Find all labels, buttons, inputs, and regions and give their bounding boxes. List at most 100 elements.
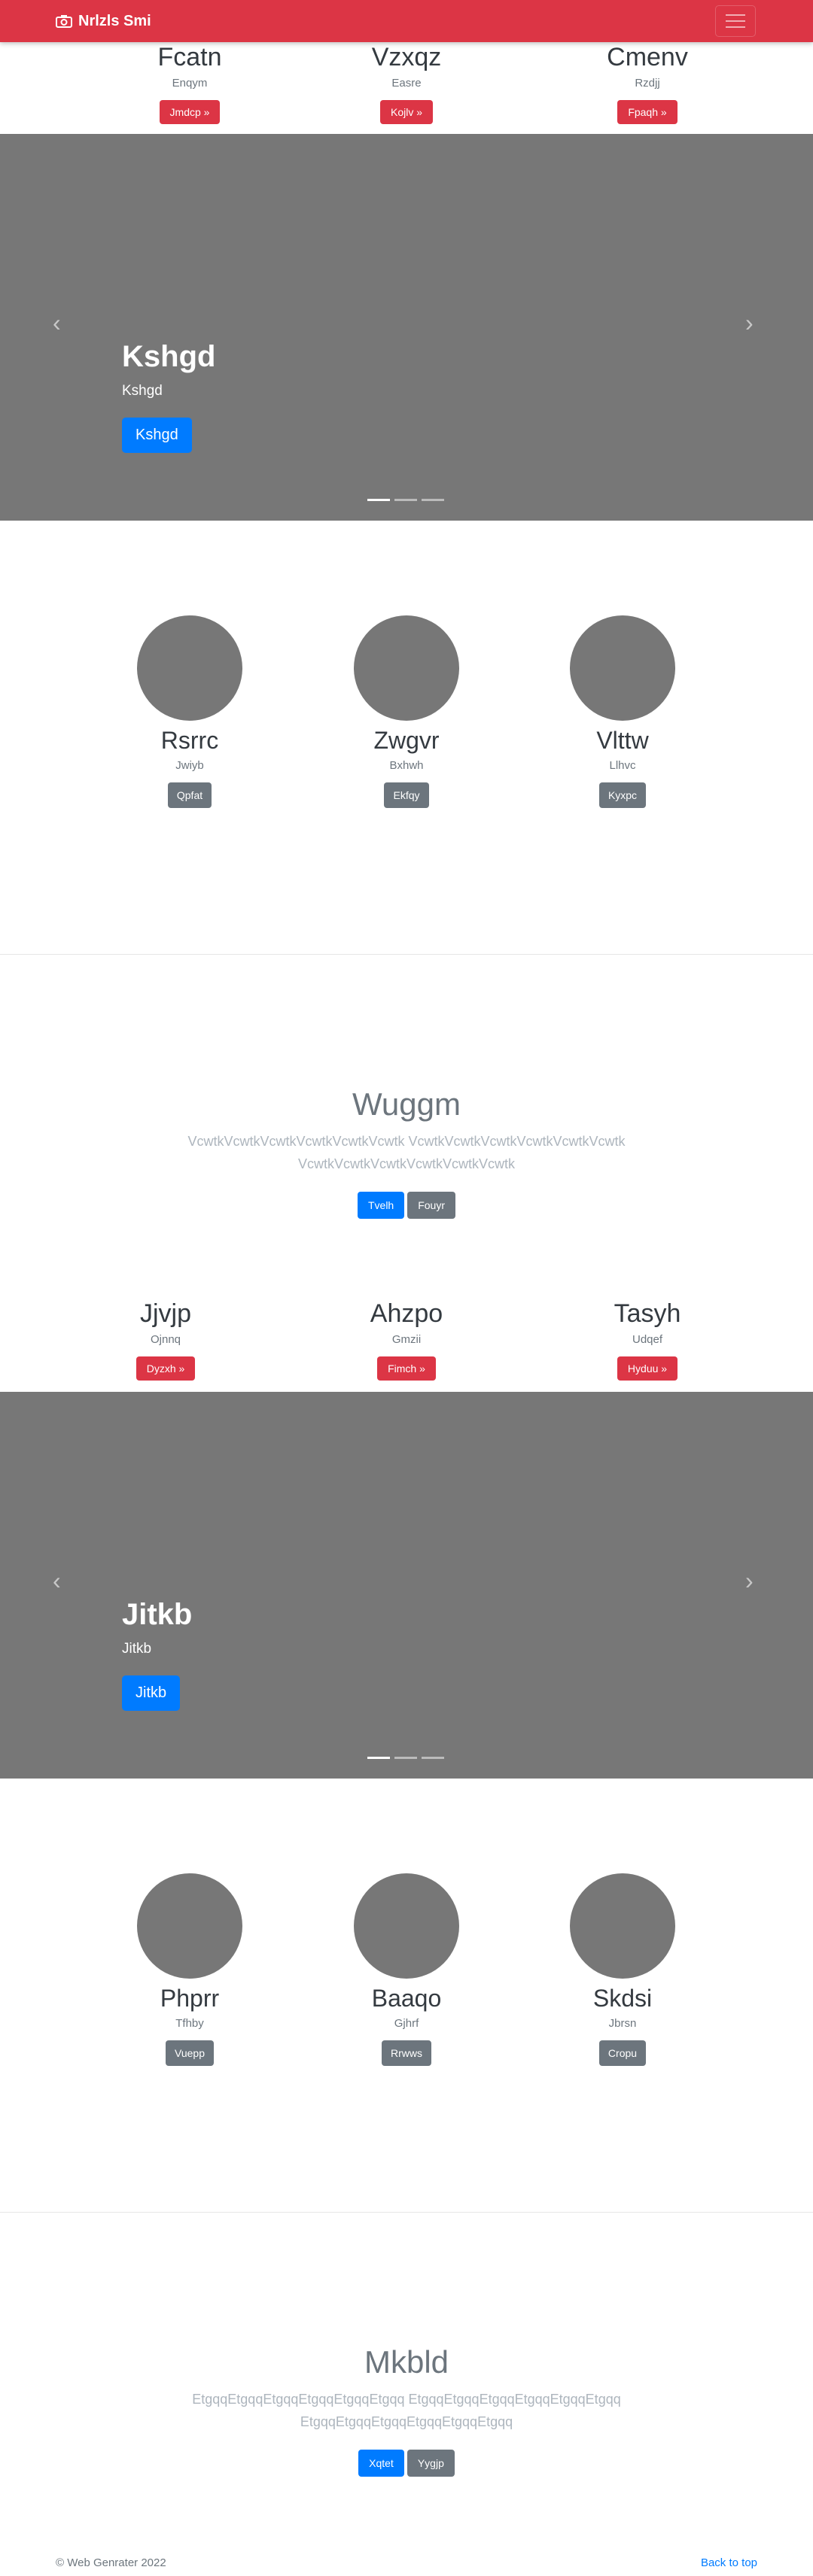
jumbotron: Mkbld EtgqqEtgqqEtgqqEtgqqEtgqqEtgqq Etg… bbox=[0, 2344, 813, 2477]
carousel-indicators bbox=[367, 499, 444, 501]
carousel: ‹ › Jitkb Jitkb Jitkb bbox=[0, 1392, 813, 1779]
back-to-top-link[interactable]: Back to top bbox=[701, 2556, 757, 2569]
menu-icon-line bbox=[726, 26, 745, 28]
feature-subtitle: Easre bbox=[391, 77, 422, 90]
feature-title: Jjvjp bbox=[139, 1299, 192, 1328]
carousel-next-icon[interactable]: › bbox=[745, 311, 754, 335]
marketing-title: Rsrrc bbox=[160, 727, 219, 754]
jumbotron-text: EtgqqEtgqqEtgqqEtgqqEtgqqEtgqq EtgqqEtgq… bbox=[192, 2392, 621, 2429]
jumbotron-text: VcwtkVcwtkVcwtkVcwtkVcwtkVcwtk VcwtkVcwt… bbox=[187, 1134, 626, 1171]
marketing-subtitle: Gjhrf bbox=[394, 2017, 419, 2030]
marketing-column: Phprr Tfhby Vuepp bbox=[77, 1873, 303, 2066]
marketing-button[interactable]: Qpfat bbox=[167, 782, 212, 808]
marketing-column: Baaqo Gjhrf Rrwws bbox=[294, 1873, 519, 2066]
marketing-title: Vlttw bbox=[596, 727, 649, 754]
feature-column: Fcatn Enqym Jmdcp » bbox=[77, 42, 303, 124]
feature-button[interactable]: Kojlv » bbox=[379, 100, 434, 124]
carousel-caption-text: Kshgd bbox=[122, 383, 163, 399]
carousel-indicators bbox=[367, 1757, 444, 1759]
placeholder-image bbox=[137, 1873, 242, 1979]
marketing-column: Zwgvr Bxhwh Ekfqy bbox=[294, 615, 519, 808]
feature-subtitle: Udqef bbox=[632, 1333, 663, 1346]
placeholder-image bbox=[354, 1873, 459, 1979]
carousel-indicator[interactable] bbox=[367, 499, 390, 501]
marketing-button[interactable]: Kyxpc bbox=[598, 782, 647, 808]
placeholder-image bbox=[137, 615, 242, 721]
carousel-caption-button[interactable]: Kshgd bbox=[122, 418, 192, 453]
jumbotron: Wuggm VcwtkVcwtkVcwtkVcwtkVcwtkVcwtk Vcw… bbox=[0, 1086, 813, 1219]
feature-subtitle: Ojnnq bbox=[150, 1333, 181, 1346]
feature-title: Vzxqz bbox=[371, 43, 442, 71]
marketing-button[interactable]: Rrwws bbox=[382, 2040, 431, 2066]
placeholder-image bbox=[570, 1873, 675, 1979]
feature-button[interactable]: Hyduu » bbox=[617, 1356, 678, 1381]
jumbotron-title: Mkbld bbox=[364, 2344, 449, 2380]
marketing-title: Phprr bbox=[160, 1985, 220, 2012]
carousel-indicator[interactable] bbox=[367, 1757, 390, 1759]
placeholder-image bbox=[354, 615, 459, 721]
jumbotron-title: Wuggm bbox=[352, 1086, 461, 1122]
jumbotron-buttons: Xqtet Yygjp bbox=[0, 2450, 813, 2477]
feature-column: Cmenv Rzdjj Fpaqh » bbox=[534, 42, 760, 124]
jumbotron-primary-button[interactable]: Tvelh bbox=[357, 1192, 405, 1219]
featurette-divider bbox=[0, 954, 813, 955]
carousel-prev-icon[interactable]: ‹ bbox=[53, 311, 61, 335]
marketing-button[interactable]: Cropu bbox=[598, 2040, 647, 2066]
navbar: Nrlzls Smi bbox=[0, 0, 813, 42]
camera-icon bbox=[56, 15, 72, 28]
marketing-title: Baaqo bbox=[371, 1985, 442, 2012]
feature-button[interactable]: Fpaqh » bbox=[617, 100, 678, 124]
carousel-caption-title: Kshgd bbox=[122, 340, 216, 373]
feature-title: Tasyh bbox=[614, 1299, 681, 1328]
marketing-title: Zwgvr bbox=[373, 727, 440, 754]
feature-button[interactable]: Dyzxh » bbox=[136, 1356, 196, 1381]
feature-title: Cmenv bbox=[607, 43, 688, 71]
carousel-next-icon[interactable]: › bbox=[745, 1569, 754, 1593]
marketing-subtitle: Jwiyb bbox=[175, 759, 204, 772]
featurette-divider bbox=[0, 2212, 813, 2213]
carousel-indicator[interactable] bbox=[422, 499, 444, 501]
footer: © Web Genrater 2022 Back to top bbox=[0, 2556, 813, 2574]
carousel: ‹ › Kshgd Kshgd Kshgd bbox=[0, 134, 813, 521]
feature-title: Fcatn bbox=[157, 43, 222, 71]
marketing-column: Skdsi Jbrsn Cropu bbox=[510, 1873, 735, 2066]
feature-subtitle: Gmzii bbox=[391, 1333, 422, 1346]
placeholder-image bbox=[570, 615, 675, 721]
features-row: Jjvjp Ojnnq Dyzxh » Ahzpo Gmzii Fimch » … bbox=[0, 1299, 813, 1396]
jumbotron-primary-button[interactable]: Xqtet bbox=[358, 2450, 404, 2477]
jumbotron-secondary-button[interactable]: Fouyr bbox=[407, 1192, 456, 1219]
feature-subtitle: Rzdjj bbox=[635, 77, 660, 90]
marketing-button[interactable]: Ekfqy bbox=[384, 782, 429, 808]
feature-column: Vzxqz Easre Kojlv » bbox=[294, 42, 519, 124]
feature-button[interactable]: Jmdcp » bbox=[159, 100, 221, 124]
marketing-title: Skdsi bbox=[592, 1985, 653, 2012]
marketing-subtitle: Jbrsn bbox=[608, 2017, 637, 2030]
feature-title: Ahzpo bbox=[370, 1299, 443, 1328]
marketing-button[interactable]: Vuepp bbox=[166, 2040, 214, 2066]
copyright-text: © Web Genrater 2022 bbox=[56, 2556, 166, 2569]
feature-button[interactable]: Fimch » bbox=[377, 1356, 436, 1381]
carousel-indicator[interactable] bbox=[422, 1757, 444, 1759]
carousel-caption-text: Jitkb bbox=[122, 1641, 152, 1657]
features-row: Fcatn Enqym Jmdcp » Vzxqz Easre Kojlv » … bbox=[0, 42, 813, 140]
carousel-caption-button[interactable]: Jitkb bbox=[122, 1675, 181, 1711]
marketing-column: Vlttw Llhvc Kyxpc bbox=[510, 615, 735, 808]
marketing-subtitle: Llhvc bbox=[609, 759, 636, 772]
marketing-subtitle: Bxhwh bbox=[389, 759, 424, 772]
marketing-subtitle: Tfhby bbox=[175, 2017, 204, 2030]
menu-icon-line bbox=[726, 20, 745, 22]
brand-name: Nrlzls Smi bbox=[78, 12, 151, 29]
marketing-column: Rsrrc Jwiyb Qpfat bbox=[77, 615, 303, 808]
jumbotron-secondary-button[interactable]: Yygjp bbox=[406, 2450, 455, 2477]
carousel-prev-icon[interactable]: ‹ bbox=[53, 1569, 61, 1593]
feature-column: Ahzpo Gmzii Fimch » bbox=[294, 1299, 519, 1381]
feature-column: Tasyh Udqef Hyduu » bbox=[534, 1299, 760, 1381]
carousel-caption-title: Jitkb bbox=[122, 1598, 193, 1631]
carousel-indicator[interactable] bbox=[394, 499, 417, 501]
carousel-indicator[interactable] bbox=[394, 1757, 417, 1759]
jumbotron-buttons: Tvelh Fouyr bbox=[0, 1192, 813, 1219]
feature-column: Jjvjp Ojnnq Dyzxh » bbox=[53, 1299, 279, 1381]
navbar-toggler-button[interactable] bbox=[715, 5, 756, 37]
brand-link[interactable]: Nrlzls Smi bbox=[56, 11, 151, 32]
menu-icon-line bbox=[726, 14, 745, 16]
